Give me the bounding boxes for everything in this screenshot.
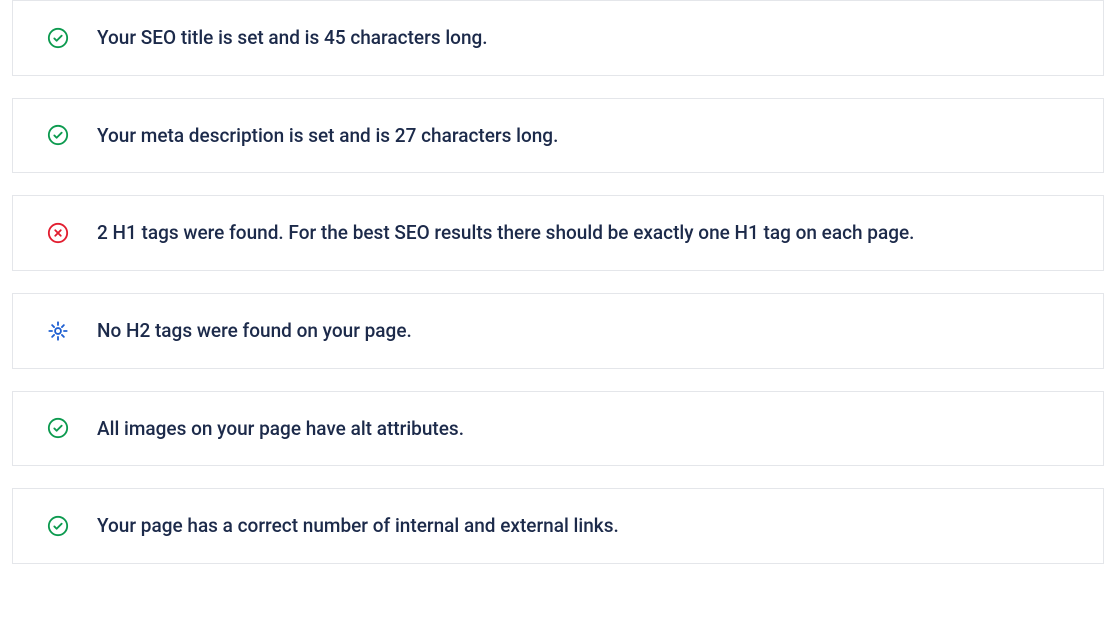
seo-check-item: All images on your page have alt attribu… <box>12 391 1104 467</box>
seo-check-message: Your meta description is set and is 27 c… <box>97 123 558 149</box>
x-circle-icon <box>47 222 69 244</box>
seo-check-item: Your SEO title is set and is 45 characte… <box>12 0 1104 76</box>
seo-check-item: No H2 tags were found on your page. <box>12 293 1104 369</box>
seo-check-item: Your page has a correct number of intern… <box>12 488 1104 564</box>
seo-check-message: 2 H1 tags were found. For the best SEO r… <box>97 220 914 246</box>
seo-check-list: Your SEO title is set and is 45 characte… <box>0 0 1116 564</box>
seo-check-message: No H2 tags were found on your page. <box>97 318 412 344</box>
check-circle-icon <box>47 515 69 537</box>
seo-check-item: Your meta description is set and is 27 c… <box>12 98 1104 174</box>
seo-check-message: All images on your page have alt attribu… <box>97 416 464 442</box>
seo-check-message: Your SEO title is set and is 45 characte… <box>97 25 488 51</box>
check-circle-icon <box>47 417 69 439</box>
gear-icon <box>47 320 69 342</box>
check-circle-icon <box>47 124 69 146</box>
seo-check-message: Your page has a correct number of intern… <box>97 513 619 539</box>
check-circle-icon <box>47 27 69 49</box>
seo-check-item: 2 H1 tags were found. For the best SEO r… <box>12 195 1104 271</box>
